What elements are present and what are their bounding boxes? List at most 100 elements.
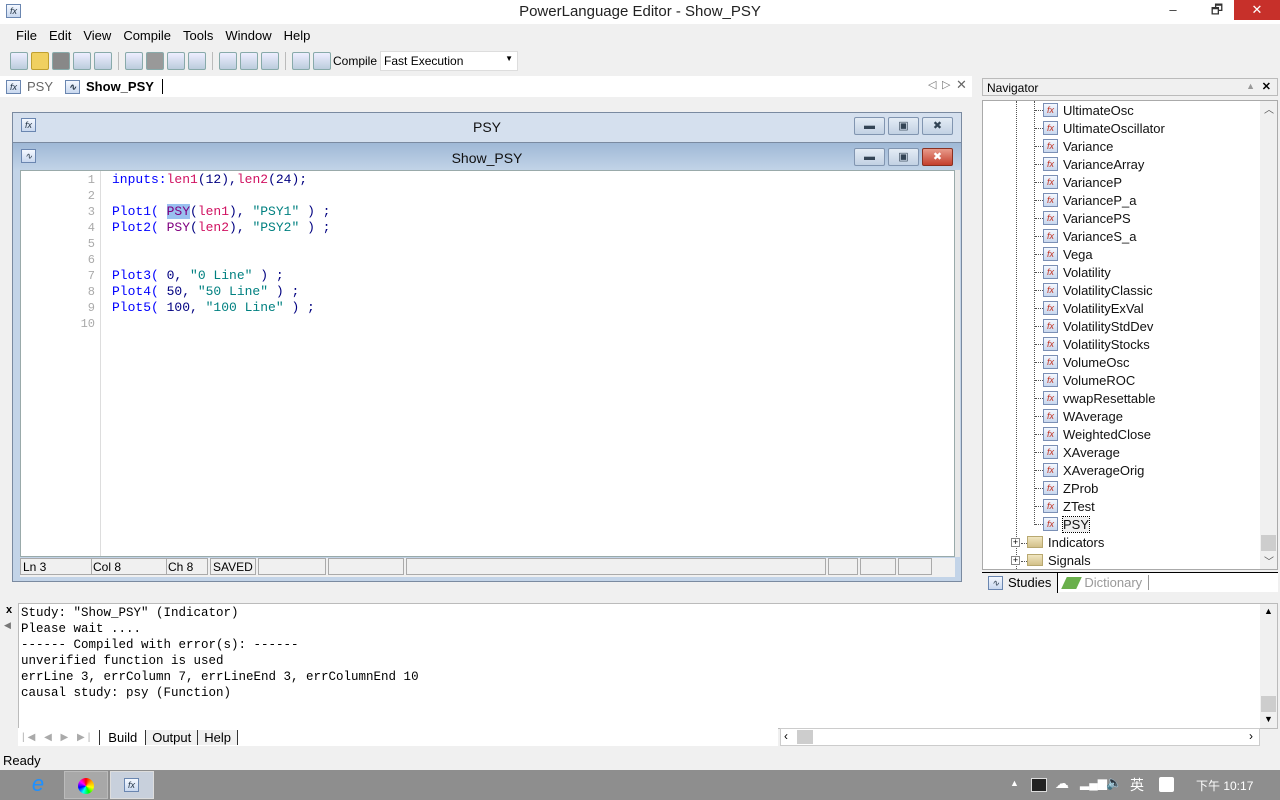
signal-icon[interactable]: ▂▄▆: [1080, 776, 1107, 790]
maximize-button[interactable]: ▣: [888, 148, 919, 166]
tab-dictionary[interactable]: Dictionary: [1058, 575, 1150, 590]
replace-icon[interactable]: [188, 52, 206, 70]
line-number: 1: [87, 173, 95, 187]
scroll-tabs-right-icon[interactable]: ▷: [942, 78, 950, 91]
tree-item[interactable]: fx WeightedClose: [1043, 425, 1151, 443]
tree-item[interactable]: fx VolumeOsc: [1043, 353, 1129, 371]
tree-item[interactable]: fx VolatilityStdDev: [1043, 317, 1153, 335]
tree-item[interactable]: fx Vega: [1043, 245, 1093, 263]
tree-item[interactable]: fx VarianceS_a: [1043, 227, 1136, 245]
tab-output[interactable]: Output: [146, 729, 199, 745]
navigator-scrollbar[interactable]: ︿ ﹀: [1260, 101, 1277, 569]
line-number: 2: [87, 189, 95, 203]
tree-item[interactable]: fx VarianceP: [1043, 173, 1122, 191]
tree-item[interactable]: fx UltimateOscillator: [1043, 119, 1165, 137]
tree-item[interactable]: fx ZProb: [1043, 479, 1098, 497]
close-output-icon[interactable]: x: [6, 604, 12, 616]
tree-item[interactable]: fx XAverageOrig: [1043, 461, 1144, 479]
save-icon[interactable]: [52, 52, 70, 70]
tab-nav-arrows-icon[interactable]: |◀ ◀ ▶ ▶|: [22, 732, 93, 743]
new-file-icon[interactable]: [10, 52, 28, 70]
find-icon[interactable]: [167, 52, 185, 70]
tab-psy[interactable]: fx PSY: [6, 79, 53, 94]
tab-build[interactable]: Build: [99, 729, 147, 745]
open-folder-icon[interactable]: [31, 52, 49, 70]
color-wheel-icon: [78, 778, 94, 794]
menu-window[interactable]: Window: [223, 24, 279, 47]
close-button[interactable]: ✖: [922, 117, 953, 135]
function-icon: fx: [1043, 211, 1058, 225]
cascade-icon[interactable]: [219, 52, 237, 70]
tab-help[interactable]: Help: [198, 729, 238, 745]
verify-icon[interactable]: [292, 52, 310, 70]
expand-indicators-icon[interactable]: +: [1011, 538, 1020, 547]
maximize-button[interactable]: ▣: [888, 117, 919, 135]
collapse-icon[interactable]: ◀: [4, 620, 11, 631]
code-token: inputs:: [112, 172, 167, 187]
minimize-button[interactable]: –: [1158, 0, 1188, 20]
restore-button[interactable]: 🗗: [1202, 0, 1232, 20]
minimize-button[interactable]: ▬: [854, 148, 885, 166]
redo-icon[interactable]: [146, 52, 164, 70]
tree-item-label: ZProb: [1063, 480, 1099, 496]
import-icon[interactable]: [73, 52, 91, 70]
clock[interactable]: 下午 10:17: [1196, 777, 1253, 794]
editor-scrollbar[interactable]: [955, 170, 960, 557]
tree-folder-indicators[interactable]: Indicators: [1027, 533, 1104, 551]
monitor-icon[interactable]: [1031, 778, 1047, 792]
expand-signals-icon[interactable]: +: [1011, 556, 1020, 565]
tree-item[interactable]: fx Variance: [1043, 137, 1113, 155]
tree-item[interactable]: fx VolatilityExVal: [1043, 299, 1144, 317]
pin-icon[interactable]: ▲: [1246, 81, 1255, 91]
tree-item[interactable]: fx VolatilityClassic: [1043, 281, 1153, 299]
compile-button[interactable]: Compile: [313, 52, 377, 70]
export-icon[interactable]: [94, 52, 112, 70]
tab-show-psy[interactable]: ∿ Show_PSY: [65, 79, 163, 94]
tree-item[interactable]: fx XAverage: [1043, 443, 1120, 461]
menu-edit[interactable]: Edit: [47, 24, 79, 47]
close-tab-icon[interactable]: ✕: [956, 77, 967, 93]
tree-item[interactable]: fx VariancePS: [1043, 209, 1131, 227]
tree-item[interactable]: fx Volatility: [1043, 263, 1111, 281]
ime-icon[interactable]: [1159, 777, 1174, 792]
tree-item[interactable]: fx ZTest: [1043, 497, 1095, 515]
tree-item[interactable]: fx VarianceP_a: [1043, 191, 1136, 209]
menu-file[interactable]: File: [14, 24, 45, 47]
menu-compile[interactable]: Compile: [121, 24, 179, 47]
execution-mode-select[interactable]: Fast Execution ▼: [380, 51, 519, 71]
ie-icon[interactable]: e: [16, 771, 60, 799]
menu-help[interactable]: Help: [282, 24, 319, 47]
tree-item[interactable]: fx VarianceArray: [1043, 155, 1144, 173]
tile-horizontal-icon[interactable]: [240, 52, 258, 70]
close-button[interactable]: ✖: [922, 148, 953, 166]
taskbar-app-button[interactable]: [64, 771, 108, 799]
menu-tools[interactable]: Tools: [181, 24, 221, 47]
tree-item[interactable]: fx WAverage: [1043, 407, 1123, 425]
output-horizontal-scrollbar[interactable]: ‹ ›: [780, 728, 1260, 746]
tree-item-label: VolatilityStdDev: [1063, 318, 1154, 334]
tree-item[interactable]: fx vwapResettable: [1043, 389, 1156, 407]
tree-folder-signals[interactable]: Signals: [1027, 551, 1091, 569]
tab-studies[interactable]: ∿ Studies: [982, 572, 1059, 593]
tree-item[interactable]: fx UltimateOsc: [1043, 101, 1134, 119]
output-scrollbar[interactable]: ▲ ▼: [1260, 604, 1277, 728]
input-language[interactable]: 英: [1130, 775, 1144, 795]
scroll-tabs-left-icon[interactable]: ◁: [928, 78, 936, 91]
minimize-button[interactable]: ▬: [854, 117, 885, 135]
tab-label: Show_PSY: [86, 79, 154, 94]
tile-vertical-icon[interactable]: [261, 52, 279, 70]
volume-icon[interactable]: 🔈: [1106, 775, 1122, 791]
undo-icon[interactable]: [125, 52, 143, 70]
taskbar-powerlanguage-button[interactable]: fx: [110, 771, 154, 799]
tree-item[interactable]: fx PSY: [1043, 515, 1091, 533]
code-editor[interactable]: 1 2 3 4 5 6 7 8 9 10 inputs:len1(12),len2(24); Plo…: [20, 170, 955, 557]
show-hidden-icons[interactable]: ▲: [1010, 778, 1019, 788]
close-button[interactable]: ✕: [1234, 0, 1280, 20]
tree-item[interactable]: fx VolumeROC: [1043, 371, 1135, 389]
menu-view[interactable]: View: [81, 24, 119, 47]
code-token: Plot3(: [112, 268, 167, 283]
close-icon[interactable]: ✕: [1262, 80, 1271, 93]
folder-icon: [1027, 554, 1043, 566]
cloud-icon[interactable]: ☁: [1055, 775, 1069, 792]
tree-item[interactable]: fx VolatilityStocks: [1043, 335, 1150, 353]
